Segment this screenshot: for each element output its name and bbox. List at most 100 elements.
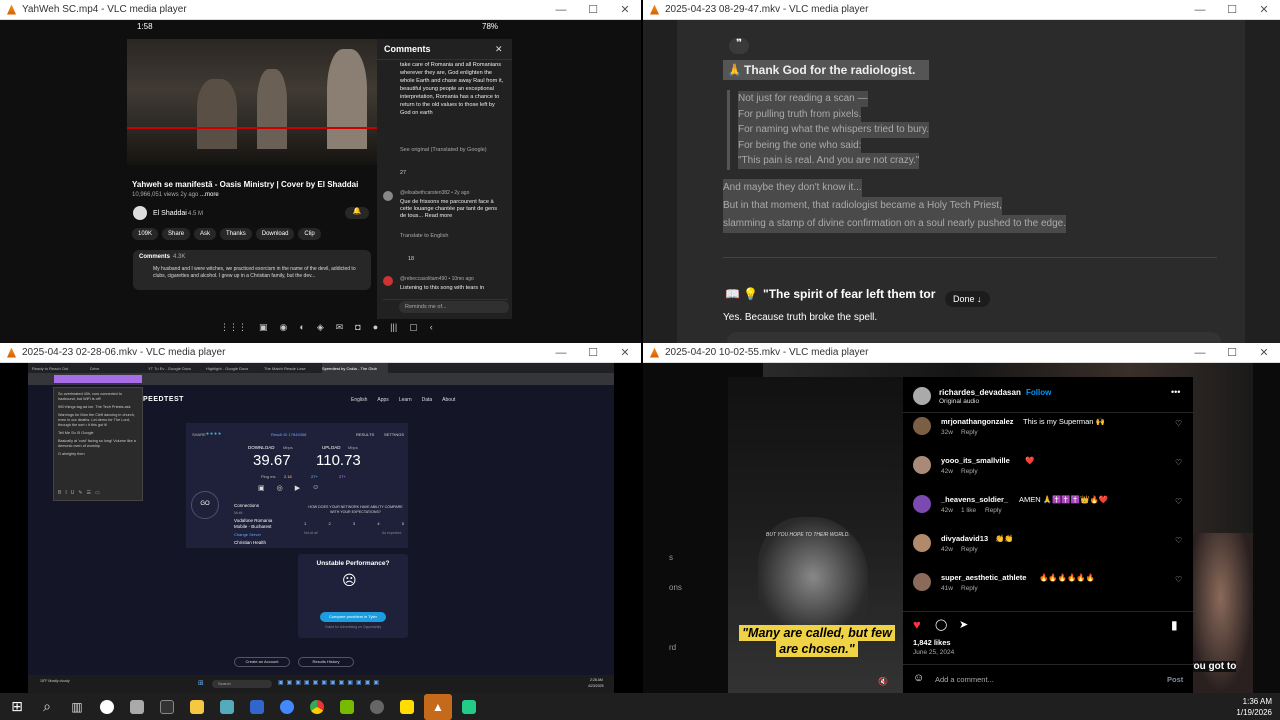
recents-icon[interactable]: ||| [390, 322, 397, 333]
minimize-icon[interactable]: — [1184, 347, 1216, 359]
avatar[interactable] [913, 387, 931, 405]
nvidia-icon[interactable] [336, 698, 358, 716]
follow-button[interactable]: Follow [1026, 388, 1051, 397]
channel-name[interactable]: El Shaddai [153, 210, 187, 217]
messenger-icon[interactable]: ✉ [336, 322, 344, 333]
clock[interactable]: 1:36 AM 1/19/2026 [1236, 696, 1272, 718]
nav-item[interactable]: About [442, 397, 455, 403]
app-icon[interactable] [246, 698, 268, 716]
maximize-icon[interactable]: ☐ [1216, 3, 1248, 16]
comment-user[interactable]: _heavens_soldier_ [941, 495, 1008, 504]
see-original-link[interactable]: See original (Translated by Google) [400, 147, 487, 153]
rating-option[interactable]: 2 [328, 521, 330, 526]
likes-count[interactable]: 1,842 likes [913, 638, 951, 647]
post-button[interactable]: Post [1167, 675, 1183, 684]
avatar[interactable] [913, 573, 931, 591]
emoji-icon[interactable]: ☺ [913, 672, 924, 684]
post-username[interactable]: richardes_devadasan [939, 388, 1021, 397]
chrome-icon[interactable] [306, 698, 328, 716]
reply-link[interactable]: Reply [961, 429, 978, 436]
like-heart-icon[interactable]: ♥ [913, 617, 921, 632]
comment-user[interactable]: divyadavid13 [941, 534, 988, 543]
maximize-icon[interactable]: ☐ [577, 346, 609, 359]
title-bar[interactable]: 2025-04-20 10-02-55.mkv - VLC media play… [643, 343, 1280, 363]
app-icon[interactable]: ● [373, 322, 378, 333]
rating-option[interactable]: 5 [402, 521, 404, 526]
comment-input[interactable]: Add a comment... [935, 675, 994, 684]
app-icon[interactable] [126, 698, 148, 716]
original-audio[interactable]: Original audio [939, 398, 979, 405]
clip-button[interactable]: Clip [298, 228, 321, 240]
task-view-icon[interactable]: ▥ [66, 698, 88, 716]
nav-item[interactable]: Apps [377, 397, 388, 403]
comment-user[interactable]: super_aesthetic_athlete [941, 573, 1026, 582]
results-history-button[interactable]: Results History [298, 657, 354, 667]
reply-link[interactable]: Reply [961, 468, 978, 475]
start-icon[interactable]: ⊞ [198, 679, 208, 689]
format-toolbar[interactable]: BIU✎☰▭ [58, 490, 104, 496]
browser-tab[interactable]: The Match Reade Lose [264, 363, 320, 373]
person-icon[interactable]: ☺ [312, 484, 319, 492]
browser-tab[interactable]: Drive [90, 363, 146, 373]
share-icons[interactable]: ●●●● [206, 431, 222, 437]
vlc-taskbar-icon[interactable]: ▲ [424, 693, 452, 720]
share-icon[interactable]: ➤ [959, 618, 968, 631]
maximize-icon[interactable]: ☐ [577, 3, 609, 16]
close-icon[interactable]: ✕ [1248, 346, 1280, 359]
avatar[interactable] [913, 417, 931, 435]
reply-link[interactable]: Reply [985, 507, 1002, 514]
terminal-icon[interactable] [156, 698, 178, 716]
heart-icon[interactable]: ♡ [1175, 458, 1182, 467]
done-button[interactable]: Done ↓ [945, 291, 990, 307]
browser-tab[interactable]: YT Tu Ev - Google Docs [148, 363, 204, 373]
app-icon[interactable]: ◈ [317, 322, 324, 333]
comment-user[interactable]: @elisabethcarsten382 • 2y ago [400, 190, 469, 196]
heart-icon[interactable]: ♡ [1175, 497, 1182, 506]
minimize-icon[interactable]: — [545, 4, 577, 16]
browser-tab[interactable]: Ready to Reach Out [32, 363, 88, 373]
nav-item[interactable]: Learn [399, 397, 412, 403]
reply-link[interactable]: Reply [961, 585, 978, 592]
sticky-notes-icon[interactable] [396, 698, 418, 716]
vlc-window-youtube[interactable]: YahWeh SC.mp4 - VLC media player — ☐ ✕ 1… [0, 0, 641, 343]
chat-input[interactable] [727, 332, 1221, 343]
close-icon[interactable]: ✕ [609, 3, 641, 16]
reel-video[interactable]: BUT YOU HOPE TO THEIR WORLD. "Many are c… [728, 377, 903, 693]
bell-icon[interactable]: 🔔 [345, 207, 369, 219]
minimize-icon[interactable]: — [1184, 4, 1216, 16]
comment-likes[interactable]: 27 [400, 170, 406, 176]
maximize-icon[interactable]: ☐ [1216, 346, 1248, 359]
start-icon[interactable]: ⊞ [6, 698, 28, 716]
app-icon[interactable] [366, 698, 388, 716]
heart-icon[interactable]: ♡ [1175, 575, 1182, 584]
title-bar[interactable]: 2025-04-23 08-29-47.mkv - VLC media play… [643, 0, 1280, 20]
comment-user[interactable]: yooo_its_smallville [941, 456, 1010, 465]
video-player[interactable] [127, 39, 377, 165]
close-icon[interactable]: ✕ [1248, 3, 1280, 16]
minimize-icon[interactable]: — [545, 347, 577, 359]
ask-button[interactable]: Ask [194, 228, 217, 240]
heart-icon[interactable]: ♡ [1175, 419, 1182, 428]
compare-providers-button[interactable]: Compare providers in Tyler [320, 612, 386, 622]
avatar[interactable] [913, 456, 931, 474]
speedtest-logo[interactable]: PEEDTEST [143, 396, 184, 403]
vlc-window-instagram[interactable]: 2025-04-20 10-02-55.mkv - VLC media play… [643, 343, 1280, 693]
avatar[interactable] [913, 495, 931, 513]
browser-tab-active[interactable]: Speedtest by Ookla - The Glob [322, 363, 388, 373]
comments-preview[interactable]: Comments 4.3K My husband and I were witc… [133, 250, 371, 290]
video-title[interactable]: Yahweh se manifestă - Oasis Ministry | C… [132, 180, 358, 189]
channel-avatar[interactable] [133, 206, 147, 220]
app-icon[interactable]: ◐ [299, 322, 304, 333]
avatar[interactable] [913, 534, 931, 552]
mute-icon[interactable]: 🔇 [878, 677, 888, 686]
translate-link[interactable]: Translate to English [400, 233, 448, 239]
app-icon[interactable] [458, 698, 480, 716]
more-icon[interactable]: ••• [1171, 387, 1180, 397]
thanks-button[interactable]: Thanks [220, 228, 252, 240]
monitor-icon[interactable]: ▣ [258, 484, 265, 492]
app-icon[interactable] [216, 698, 238, 716]
browser-tab[interactable]: Highlight - Google Docs [206, 363, 262, 373]
comment-input[interactable]: Reminds me of... [399, 301, 509, 313]
nav-item[interactable]: Data [422, 397, 433, 403]
nav-item[interactable]: English [351, 397, 367, 403]
